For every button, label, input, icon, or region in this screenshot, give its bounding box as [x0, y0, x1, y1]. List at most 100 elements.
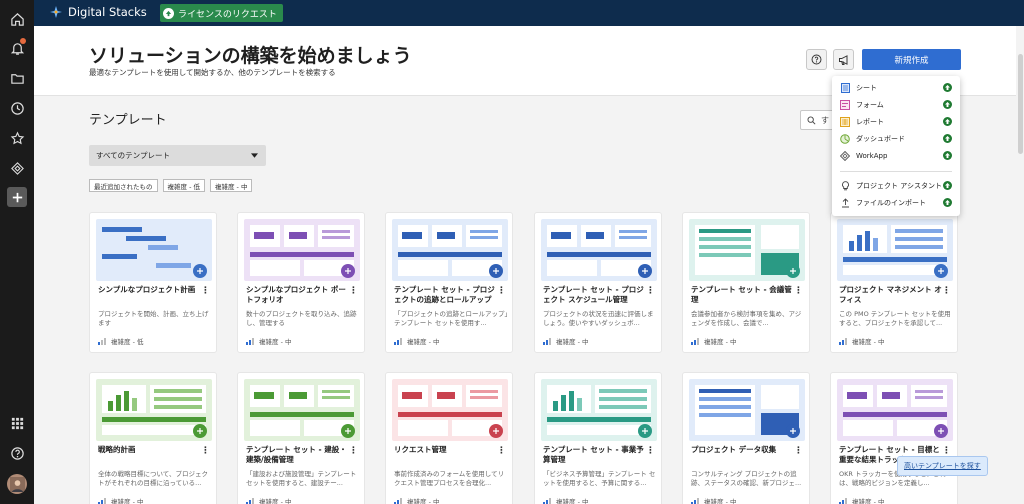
announcements-button[interactable]	[833, 49, 854, 70]
template-title: テンプレート セット - 事業予算管理	[543, 445, 644, 464]
more-options-icon[interactable]: ⋮	[942, 286, 951, 296]
menu-divider	[840, 171, 952, 172]
template-thumbnail	[541, 379, 657, 441]
complexity-label: 複雑度 - 中	[852, 498, 885, 504]
browse-folder-icon[interactable]	[7, 68, 27, 88]
left-rail	[0, 0, 34, 504]
more-options-icon[interactable]: ⋮	[794, 446, 803, 456]
help-question-button[interactable]	[806, 49, 827, 70]
form-icon	[840, 100, 850, 110]
menu-item-label: ダッシュボード	[856, 135, 905, 143]
scrollbar-thumb[interactable]	[1018, 54, 1023, 154]
template-card[interactable]: テンプレート セット - 目標と重要な結果トラッカー ⋮ OKR トラッカーを使用す…	[830, 372, 958, 504]
upgrade-arrow-icon	[943, 117, 952, 126]
more-options-icon[interactable]: ⋮	[497, 446, 506, 456]
template-thumbnail	[689, 219, 805, 281]
request-license-button[interactable]: ライセンスのリクエスト	[160, 4, 283, 22]
menu-item-project-assistant[interactable]: プロジェクト アシスタント	[840, 179, 952, 193]
more-options-icon[interactable]: ⋮	[201, 446, 210, 456]
app-launcher-grid-icon[interactable]	[7, 413, 27, 433]
template-thumbnail	[244, 219, 360, 281]
create-new-menu: シート フォーム レポート ダッシュボード WorkApp プロジェクト アシス…	[832, 76, 960, 216]
chip-complexity-low[interactable]: 複雑度 - 低	[162, 179, 205, 192]
request-license-label: ライセンスのリクエスト	[178, 9, 277, 20]
notifications-icon[interactable]	[7, 38, 27, 58]
more-options-icon[interactable]: ⋮	[497, 286, 506, 296]
template-description: プロジェクトの状況を迅速に評価しましょう。使いやすいダッシュボ...	[543, 310, 654, 327]
recents-clock-icon[interactable]	[7, 98, 27, 118]
template-title: リクエスト管理	[394, 445, 447, 454]
template-thumbnail	[392, 379, 508, 441]
more-options-icon[interactable]: ⋮	[349, 446, 358, 456]
more-options-icon[interactable]: ⋮	[201, 286, 210, 296]
complexity-bars-icon	[543, 337, 551, 345]
favorites-star-icon[interactable]	[7, 128, 27, 148]
lightbulb-icon	[840, 181, 850, 191]
page-scrollbar[interactable]	[1016, 26, 1024, 504]
complexity-label: 複雑度 - 中	[259, 338, 292, 346]
complexity-indicator: 複雑度 - 中	[98, 496, 143, 504]
user-avatar[interactable]	[7, 474, 27, 494]
menu-item-workapp[interactable]: WorkApp	[840, 149, 952, 163]
menu-item-sheet[interactable]: シート	[840, 81, 952, 95]
template-card[interactable]: リクエスト管理 ⋮ 事前作成済みのフォームを使用してリクエスト管理プロセスを合理化.…	[385, 372, 513, 504]
home-icon[interactable]	[7, 9, 27, 29]
complexity-bars-icon	[543, 497, 551, 504]
more-options-icon[interactable]: ⋮	[794, 286, 803, 296]
complexity-indicator: 複雑度 - 中	[246, 336, 291, 346]
template-card[interactable]: テンプレート セット - 建設・建築/設備管理 ⋮ 「建設および施設管理」テンプレー…	[237, 372, 365, 504]
solution-center-plus-icon[interactable]	[7, 187, 27, 207]
more-options-icon[interactable]: ⋮	[942, 446, 951, 456]
template-card[interactable]: シンプルなプロジェクト ポートフォリオ ⋮ 数十のプロジェクトを取り込み、追跡し、管…	[237, 212, 365, 353]
menu-item-report[interactable]: レポート	[840, 115, 952, 129]
template-card[interactable]: テンプレート セット - 事業予算管理 ⋮ 「ビジネス予算管理」テンプレート セット…	[534, 372, 662, 504]
more-options-icon[interactable]: ⋮	[646, 446, 655, 456]
template-thumbnail	[837, 219, 953, 281]
template-card[interactable]: プロジェクト マネジメント オフィス ⋮ この PMO テンプレート セットを使用す…	[830, 212, 958, 353]
complexity-bars-icon	[691, 337, 699, 345]
find-templates-tooltip[interactable]: 高いテンプレートを探す	[897, 456, 988, 476]
complexity-label: 複雑度 - 中	[407, 498, 440, 504]
template-title: シンプルなプロジェクト計画	[98, 285, 196, 294]
top-bar: Digital Stacks ライセンスのリクエスト	[34, 0, 1024, 26]
brand-logo[interactable]: Digital Stacks	[49, 5, 147, 19]
chip-recent[interactable]: 最近追加されたもの	[89, 179, 158, 192]
complexity-bars-icon	[839, 337, 847, 345]
template-card[interactable]: テンプレート セット - プロジェクトの追跡とロールアップ ⋮ 「プロジェクトの追跡…	[385, 212, 513, 353]
upgrade-arrow-icon	[943, 134, 952, 143]
template-card[interactable]: テンプレート セット - プロジェクト スケジュール管理 ⋮ プロジェクトの状況を迅…	[534, 212, 662, 353]
report-icon	[840, 117, 850, 127]
template-thumbnail	[541, 219, 657, 281]
megaphone-icon	[838, 54, 847, 65]
complexity-bars-icon	[246, 497, 254, 504]
menu-item-import-file[interactable]: ファイルのインポート	[840, 196, 952, 210]
template-title: プロジェクト データ収集	[691, 445, 777, 454]
template-description: 「ビジネス予算管理」テンプレート セットを使用すると、予算に関する...	[543, 470, 656, 487]
create-new-button[interactable]: 新規作成	[862, 49, 961, 70]
complexity-indicator: 複雑度 - 中	[691, 496, 736, 504]
complexity-indicator: 複雑度 - 中	[394, 336, 439, 346]
template-card[interactable]: プロジェクト データ収集 ⋮ コンサルティング プロジェクトの追跡、ステータスの確認…	[682, 372, 810, 504]
template-title: テンプレート セット - 建設・建築/設備管理	[246, 445, 347, 464]
chip-complexity-medium[interactable]: 複雑度 - 中	[209, 179, 253, 192]
help-icon[interactable]	[7, 443, 27, 463]
template-title: テンプレート セット - プロジェクト スケジュール管理	[543, 285, 644, 304]
more-options-icon[interactable]: ⋮	[646, 286, 655, 296]
menu-item-dashboard[interactable]: ダッシュボード	[840, 132, 952, 146]
complexity-label: 複雑度 - 中	[704, 338, 737, 346]
more-options-icon[interactable]: ⋮	[349, 286, 358, 296]
template-card[interactable]: テンプレート セット - 会議管理 ⋮ 会議参加者から検討事項を集め、アジェンダを作…	[682, 212, 810, 353]
menu-item-label: フォーム	[856, 101, 884, 109]
template-card[interactable]: シンプルなプロジェクト計画 ⋮ プロジェクトを開始、計画、立ち上げます 複雑度 - 低	[89, 212, 217, 353]
template-filter-select[interactable]: すべてのテンプレート	[89, 145, 266, 166]
page-subtitle: 最適なテンプレートを使用して開始するか、他のテンプレートを検索する	[89, 68, 336, 77]
menu-item-form[interactable]: フォーム	[840, 98, 952, 112]
complexity-indicator: 複雑度 - 中	[839, 336, 884, 346]
template-card[interactable]: 戦略的計画 ⋮ 全体の戦略目標について、プロジェクトがそれぞれの目標に沿っている..…	[89, 372, 217, 504]
complexity-label: 複雑度 - 中	[704, 498, 737, 504]
template-thumbnail	[392, 219, 508, 281]
template-description: 「建設および施設管理」テンプレート セットを使用すると、建設チー...	[246, 470, 357, 487]
template-description: プロジェクトを開始、計画、立ち上げます	[98, 310, 209, 327]
workapps-icon[interactable]	[7, 158, 27, 178]
complexity-bars-icon	[839, 497, 847, 504]
